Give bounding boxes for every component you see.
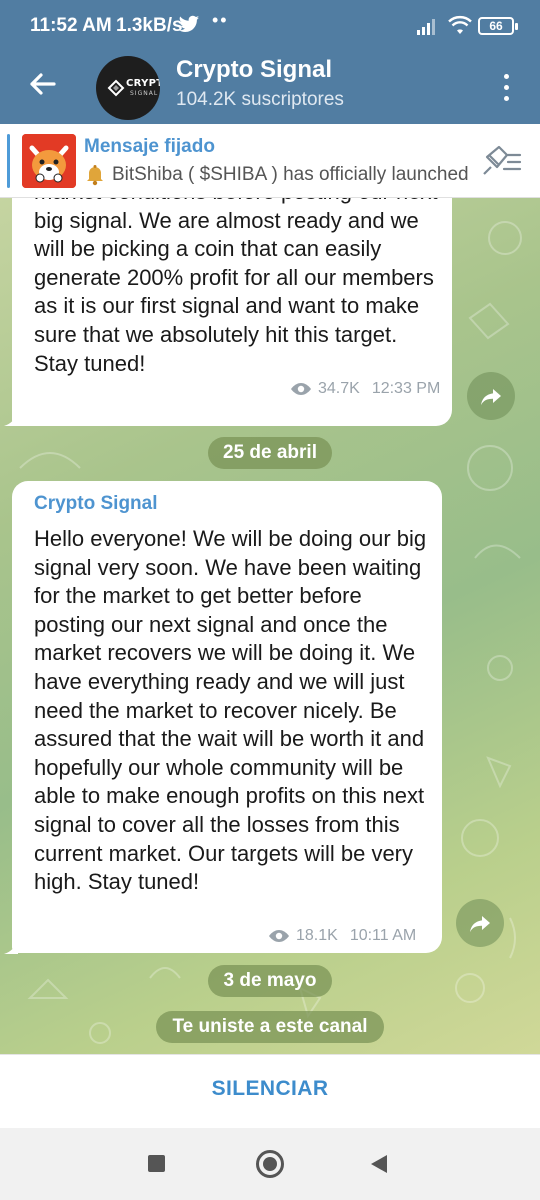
status-bar: 11:52 AM 1.3kB/s •• 66 (0, 0, 540, 52)
views-eye-icon (291, 383, 311, 395)
bell-icon (87, 165, 103, 186)
pinned-text: BitShiba ( $SHIBA ) has officially launc… (112, 164, 469, 185)
back-triangle-icon[interactable] (370, 1154, 388, 1174)
cell-signal-icon (417, 19, 435, 35)
pin-list-icon[interactable] (480, 144, 522, 178)
service-message: Te uniste a este canal (156, 1011, 384, 1043)
message-text: Hello everyone! We will be doing our big… (34, 526, 427, 895)
pinned-accent-bar (7, 134, 10, 188)
views-eye-icon (269, 930, 289, 942)
status-time: 11:52 AM (30, 15, 112, 36)
date-separator: 25 de abril (208, 437, 332, 469)
message-meta: 18.1K 10:11 AM (268, 927, 416, 945)
share-arrow-icon (470, 916, 490, 932)
battery-icon: 66 (478, 17, 518, 35)
wifi-icon (448, 15, 472, 34)
message-meta: 34.7K 12:33 PM (290, 380, 440, 398)
home-button[interactable] (256, 1150, 284, 1178)
chat-area[interactable]: market conditions before posting our nex… (0, 198, 540, 1054)
channel-title[interactable]: Crypto Signal (176, 56, 332, 84)
shiba-dog-icon (22, 134, 76, 188)
avatar-label-line1: CRYPTO (126, 78, 160, 89)
status-notification-dots: •• (212, 10, 229, 30)
more-options-icon[interactable] (494, 68, 520, 108)
date-separator: 3 de mayo (208, 965, 332, 997)
avatar-label-line2: SIGNAL (130, 90, 159, 97)
forward-button[interactable] (467, 372, 515, 420)
top-app-bar: 11:52 AM 1.3kB/s •• 66 CRYPTO SIGNAL Cry… (0, 0, 540, 124)
channel-avatar[interactable]: CRYPTO SIGNAL (96, 56, 160, 120)
bottom-action-bar: SILENCIAR (0, 1054, 540, 1128)
recents-button[interactable] (148, 1155, 165, 1172)
pinned-thumbnail (22, 134, 76, 188)
message-bubble[interactable]: market conditions before posting our nex… (12, 198, 452, 426)
subscriber-count: 104.2K suscriptores (176, 89, 344, 110)
message-bubble[interactable]: Crypto Signal Hello everyone! We will be… (12, 481, 442, 953)
mute-button[interactable]: SILENCIAR (0, 1077, 540, 1101)
message-time: 10:11 AM (349, 927, 417, 944)
crypto-logo-icon (107, 79, 125, 97)
message-text: market conditions before posting our nex… (34, 198, 438, 376)
forward-button[interactable] (456, 899, 504, 947)
twitter-bird-icon (178, 15, 200, 32)
message-sender[interactable]: Crypto Signal (34, 493, 158, 515)
pinned-message-bar[interactable]: Mensaje fijado BitShiba ( $SHIBA ) has o… (0, 124, 540, 198)
status-net-speed: 1.3kB/s (116, 15, 183, 36)
message-time: 12:33 PM (371, 380, 441, 397)
bubble-tail (4, 412, 18, 426)
view-count: 18.1K (296, 927, 338, 944)
system-nav-bar (0, 1128, 540, 1200)
share-arrow-icon (481, 389, 501, 405)
view-count: 34.7K (318, 380, 360, 397)
pinned-title: Mensaje fijado (84, 136, 215, 157)
back-arrow-icon[interactable] (22, 64, 62, 104)
bubble-tail (4, 940, 18, 954)
